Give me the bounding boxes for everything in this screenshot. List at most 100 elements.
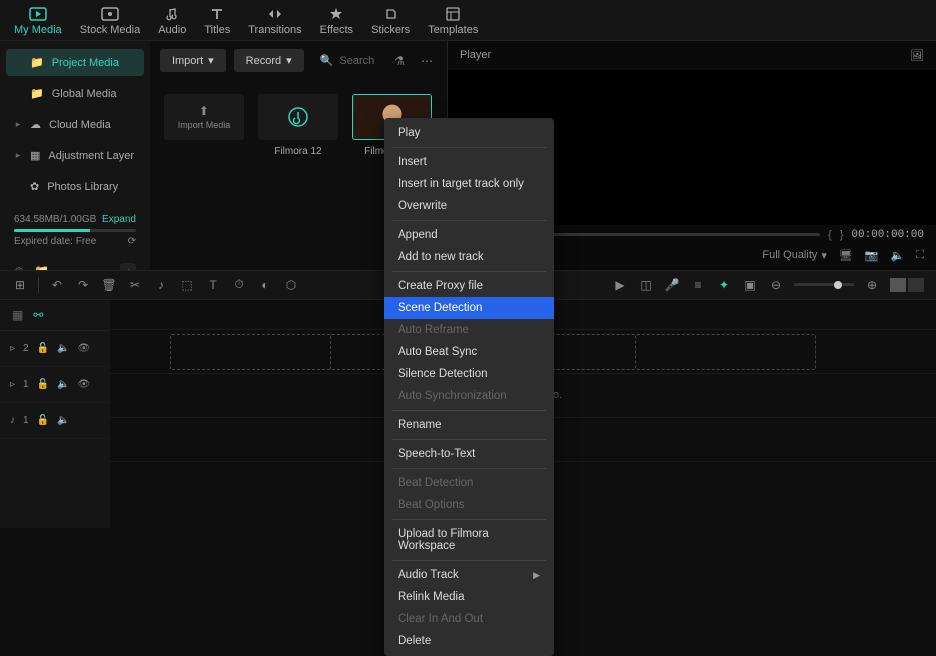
menu-item-insert[interactable]: Insert: [384, 151, 554, 173]
search-input[interactable]: 🔍Search: [312, 50, 383, 71]
chevron-down-icon: ▾: [208, 54, 214, 67]
fullscreen-icon[interactable]: ⛶: [916, 249, 924, 262]
tab-templates[interactable]: Templates: [428, 6, 478, 36]
menu-item-silence-detection[interactable]: Silence Detection: [384, 363, 554, 385]
eye-icon[interactable]: 👁: [78, 343, 91, 354]
delete-icon[interactable]: 🗑: [101, 278, 117, 292]
tab-effects[interactable]: Effects: [320, 6, 353, 36]
folder-icon: 📁: [30, 56, 44, 69]
menu-item-append[interactable]: Append: [384, 224, 554, 246]
undo-icon[interactable]: ↶: [49, 278, 65, 292]
media-icon: [28, 6, 48, 22]
lock-icon[interactable]: 🔓: [37, 379, 49, 390]
track-header-video-2[interactable]: ▹ 2 🔓 🔈 👁: [0, 331, 110, 367]
lock-icon[interactable]: 🔓: [37, 415, 49, 426]
context-menu: Play InsertInsert in target track onlyOve…: [384, 118, 554, 656]
import-media-tile[interactable]: ⬆ Import Media: [164, 94, 244, 157]
menu-item-create-proxy-file[interactable]: Create Proxy file: [384, 275, 554, 297]
speed-icon[interactable]: ⏱: [231, 277, 247, 292]
layer-icon: ▦: [30, 149, 40, 162]
media-item[interactable]: Filmora 12: [258, 94, 338, 157]
track-layers-icon[interactable]: ▦: [12, 308, 23, 322]
menu-item-relink-media[interactable]: Relink Media: [384, 586, 554, 608]
sidebar-item-cloud-media[interactable]: ▸ ☁ Cloud Media: [6, 111, 144, 138]
menu-item-add-to-new-track[interactable]: Add to new track: [384, 246, 554, 268]
effect-icon[interactable]: ⬡: [283, 278, 299, 292]
folder-icon: 📁: [30, 87, 44, 100]
stock-icon: [100, 6, 120, 22]
display-icon[interactable]: 🖥: [839, 249, 853, 262]
mixer-icon[interactable]: ≡: [690, 278, 706, 292]
crop-icon[interactable]: ⬚: [179, 278, 195, 292]
grid-icon[interactable]: ⊞: [12, 278, 28, 292]
menu-item-play[interactable]: Play: [384, 122, 554, 144]
menu-item-speech-to-text[interactable]: Speech-to-Text: [384, 443, 554, 465]
chevron-down-icon: ▾: [821, 249, 827, 262]
view-list-button[interactable]: [890, 278, 906, 292]
track-header-video-1[interactable]: ▹ 1 🔓 🔈 👁: [0, 367, 110, 403]
zoom-slider[interactable]: [794, 283, 854, 286]
sidebar-item-photos-library[interactable]: ✿ Photos Library: [6, 173, 144, 200]
mute-icon[interactable]: 🔈: [57, 415, 69, 426]
snapshot-icon[interactable]: 📷: [865, 249, 879, 262]
expand-button[interactable]: Expand: [102, 214, 136, 225]
mic-icon[interactable]: 🎤: [664, 278, 680, 292]
player-timecode: 00:00:00:00: [851, 229, 924, 241]
menu-item-insert-in-target-track-only[interactable]: Insert in target track only: [384, 173, 554, 195]
ai-icon[interactable]: ✦: [716, 278, 732, 292]
sidebar-item-global-media[interactable]: 📁 Global Media: [6, 80, 144, 107]
sidebar-item-adjustment-layer[interactable]: ▸ ▦ Adjustment Layer: [6, 142, 144, 169]
marker-icon[interactable]: ▣: [742, 278, 758, 292]
view-grid-button[interactable]: [908, 278, 924, 292]
media-toolbar: Import▾ Record▾ 🔍Search ⚗ ⋯: [150, 41, 447, 80]
sidebar: 📁 Project Media 📁 Global Media ▸ ☁ Cloud…: [0, 41, 150, 270]
menu-item-clear-in-and-out: Clear In And Out: [384, 608, 554, 630]
mark-icon[interactable]: ◫: [638, 278, 654, 292]
play-icon[interactable]: ▶: [612, 278, 628, 292]
menu-separator: [392, 220, 546, 221]
tab-titles[interactable]: Titles: [204, 6, 230, 36]
menu-item-rename[interactable]: Rename: [384, 414, 554, 436]
audio-track-icon: ♪: [10, 415, 15, 426]
track-link-icon[interactable]: ⚯: [33, 308, 43, 322]
titles-icon: [207, 6, 227, 22]
menu-item-auto-reframe: Auto Reframe: [384, 319, 554, 341]
menu-item-delete[interactable]: Delete: [384, 630, 554, 652]
more-icon[interactable]: ⋯: [417, 50, 437, 72]
quality-dropdown[interactable]: Full Quality▾: [762, 249, 827, 262]
tab-my-media[interactable]: My Media: [14, 6, 62, 36]
tab-stickers[interactable]: Stickers: [371, 6, 410, 36]
color-icon[interactable]: ◐: [257, 278, 273, 292]
tab-stock-media[interactable]: Stock Media: [80, 6, 141, 36]
volume-icon[interactable]: 🔈: [891, 249, 905, 262]
video-track-icon: ▹: [10, 343, 15, 354]
import-button[interactable]: Import▾: [160, 49, 226, 72]
menu-item-audio-track[interactable]: Audio Track▶: [384, 564, 554, 586]
menu-item-upload-to-filmora-workspace[interactable]: Upload to Filmora Workspace: [384, 523, 554, 557]
cut-icon[interactable]: ✂: [127, 278, 143, 292]
image-icon[interactable]: 🖼: [910, 49, 924, 62]
redo-icon[interactable]: ↷: [75, 278, 91, 292]
sidebar-item-project-media[interactable]: 📁 Project Media: [6, 49, 144, 76]
menu-item-scene-detection[interactable]: Scene Detection: [384, 297, 554, 319]
mute-icon[interactable]: 🔈: [57, 379, 69, 390]
zoom-out-icon[interactable]: ⊖: [768, 278, 784, 292]
lock-icon[interactable]: 🔓: [37, 343, 49, 354]
mute-icon[interactable]: 🔈: [57, 343, 69, 354]
track-header-audio-1[interactable]: ♪ 1 🔓 🔈: [0, 403, 110, 439]
filter-icon[interactable]: ⚗: [390, 50, 409, 72]
zoom-in-icon[interactable]: ⊕: [864, 278, 880, 292]
transitions-icon: [265, 6, 285, 22]
menu-item-auto-beat-sync[interactable]: Auto Beat Sync: [384, 341, 554, 363]
tab-audio[interactable]: Audio: [158, 6, 186, 36]
music-icon[interactable]: ♪: [153, 278, 169, 292]
refresh-icon[interactable]: ⟳: [128, 236, 136, 247]
menu-item-beat-detection: Beat Detection: [384, 472, 554, 494]
cloud-icon: ☁: [30, 118, 41, 131]
eye-icon[interactable]: 👁: [78, 379, 91, 390]
menu-item-overwrite[interactable]: Overwrite: [384, 195, 554, 217]
tab-transitions[interactable]: Transitions: [248, 6, 301, 36]
record-button[interactable]: Record▾: [234, 49, 304, 72]
stickers-icon: [381, 6, 401, 22]
text-icon[interactable]: T: [205, 278, 221, 292]
